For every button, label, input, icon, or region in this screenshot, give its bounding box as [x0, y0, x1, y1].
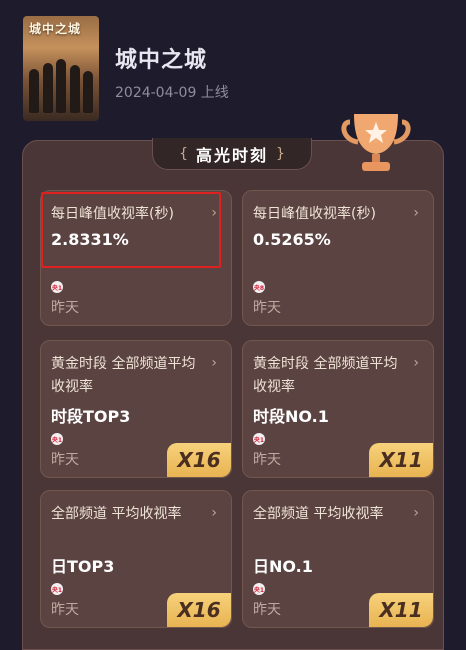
card-value: 日NO.1	[253, 557, 313, 576]
card-date: 昨天	[51, 602, 79, 618]
rank-count-badge: X11	[369, 443, 433, 477]
channel-icon: 央1	[51, 433, 63, 445]
channel-icon: 央1	[253, 433, 265, 445]
card-date: 昨天	[253, 300, 281, 316]
stat-card-prime-time-2[interactable]: 黄金时段 全部频道平均收视率 › 时段NO.1 央1 昨天 X11	[242, 340, 434, 478]
chevron-right-icon: ›	[413, 355, 419, 371]
card-title: 全部频道 平均收视率	[51, 506, 182, 522]
rank-count-badge: X16	[167, 443, 231, 477]
card-value: 日TOP3	[51, 557, 115, 576]
chevron-right-icon: ›	[413, 205, 419, 221]
chevron-right-icon: ›	[211, 355, 217, 371]
card-title: 黄金时段 全部频道平均收视率	[253, 356, 398, 395]
bracket-left: {	[179, 145, 188, 162]
card-title: 每日峰值收视率(秒)	[253, 206, 376, 222]
stat-card-daily-peak-2[interactable]: 每日峰值收视率(秒) › 0.5265% 央8 昨天	[242, 190, 434, 326]
release-date: 2024-04-09 上线	[115, 85, 229, 101]
poster-figures	[29, 57, 93, 113]
channel-icon: 央8	[253, 281, 265, 293]
rank-count-badge: X16	[167, 593, 231, 627]
stat-card-all-channels-1[interactable]: 全部频道 平均收视率 › 日TOP3 央1 昨天 X16	[40, 490, 232, 628]
rank-count-badge: X11	[369, 593, 433, 627]
annotation-highlight-box	[41, 192, 221, 268]
trophy-icon	[341, 114, 411, 171]
show-poster[interactable]: 城中之城	[23, 16, 99, 121]
channel-icon: 央1	[253, 583, 265, 595]
chevron-right-icon: ›	[413, 505, 419, 521]
poster-title: 城中之城	[29, 22, 82, 36]
card-date: 昨天	[51, 452, 79, 468]
card-date: 昨天	[51, 300, 79, 316]
stat-card-prime-time-1[interactable]: 黄金时段 全部频道平均收视率 › 时段TOP3 央1 昨天 X16	[40, 340, 232, 478]
card-title: 黄金时段 全部频道平均收视率	[51, 356, 196, 395]
channel-icon: 央1	[51, 281, 63, 293]
card-title: 全部频道 平均收视率	[253, 506, 384, 522]
bracket-right: }	[276, 145, 285, 162]
show-title: 城中之城	[115, 48, 208, 73]
card-date: 昨天	[253, 602, 281, 618]
channel-icon: 央1	[51, 583, 63, 595]
card-value: 时段NO.1	[253, 407, 329, 426]
card-date: 昨天	[253, 452, 281, 468]
card-value: 时段TOP3	[51, 407, 131, 426]
card-value: 0.5265%	[253, 230, 331, 249]
chevron-right-icon: ›	[211, 505, 217, 521]
section-title: 高光时刻	[195, 145, 268, 165]
stat-card-all-channels-2[interactable]: 全部频道 平均收视率 › 日NO.1 央1 昨天 X11	[242, 490, 434, 628]
highlights-tab: { 高光时刻 }	[152, 138, 312, 170]
